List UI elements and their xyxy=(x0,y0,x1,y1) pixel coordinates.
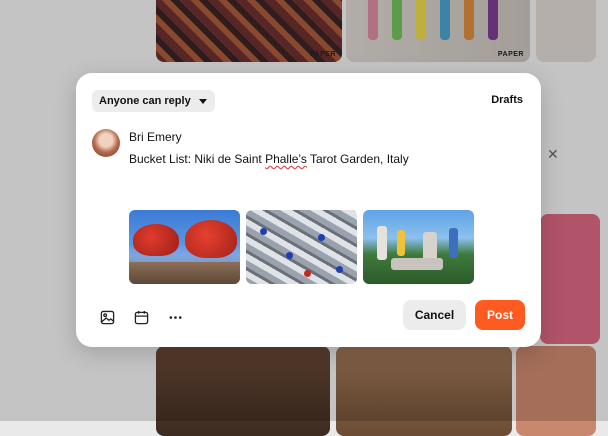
image-icon[interactable] xyxy=(99,309,115,325)
reply-audience-label: Anyone can reply xyxy=(99,95,191,107)
more-icon[interactable] xyxy=(167,309,183,325)
post-text-segment: Bucket List: Niki de Saint xyxy=(129,152,266,166)
close-icon[interactable]: ✕ xyxy=(547,146,559,163)
avatar xyxy=(92,129,120,157)
calendar-icon[interactable] xyxy=(133,309,149,325)
attachment-image[interactable] xyxy=(246,210,357,284)
post-text-input[interactable]: Bucket List: Niki de Saint Phalle’s Taro… xyxy=(129,152,409,166)
post-text-segment: Tarot Garden, Italy xyxy=(306,152,409,166)
misspelled-word: Phalle’s xyxy=(265,152,307,166)
author-name: Bri Emery xyxy=(129,130,182,144)
reply-audience-dropdown[interactable]: Anyone can reply xyxy=(92,90,215,112)
post-button[interactable]: Post xyxy=(475,300,525,330)
attachments xyxy=(129,210,474,284)
drafts-link[interactable]: Drafts xyxy=(491,94,523,106)
attachment-image[interactable] xyxy=(129,210,240,284)
post-composer-modal: Anyone can reply Drafts Bri Emery Bucket… xyxy=(76,73,541,347)
cancel-button[interactable]: Cancel xyxy=(403,300,466,330)
caret-down-icon xyxy=(198,98,207,104)
attachment-image[interactable] xyxy=(363,210,474,284)
